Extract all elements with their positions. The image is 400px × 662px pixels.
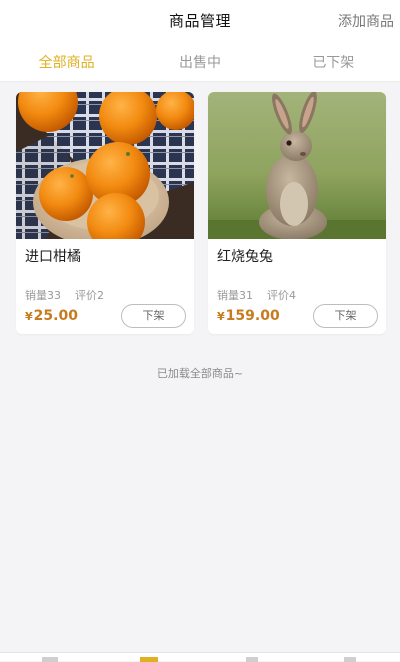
- tab-bar: 全部商品 出售中 已下架: [0, 40, 400, 82]
- nav-icon-profile[interactable]: [344, 657, 356, 662]
- sales-count: 销量31: [217, 289, 253, 302]
- product-name: 红烧兔兔: [217, 249, 273, 265]
- product-image-oranges: [16, 92, 194, 239]
- tab-off-shelf[interactable]: 已下架: [267, 50, 400, 72]
- product-price: ¥25.00: [25, 308, 78, 324]
- price-value: 25.00: [33, 308, 78, 324]
- product-card[interactable]: 进口柑橘 销量33 评价2 ¥25.00 下架: [16, 92, 194, 334]
- nav-icon-orders[interactable]: [246, 657, 258, 662]
- product-card[interactable]: 红烧兔兔 销量31 评价4 ¥159.00 下架: [208, 92, 386, 334]
- nav-icon-home[interactable]: [42, 657, 58, 662]
- currency-symbol: ¥: [217, 310, 225, 323]
- review-count: 评价2: [75, 289, 104, 302]
- price-value: 159.00: [225, 308, 280, 324]
- product-grid: 进口柑橘 销量33 评价2 ¥25.00 下架 红烧兔兔 销量31 评价4 ¥1…: [16, 92, 386, 334]
- currency-symbol: ¥: [25, 310, 33, 323]
- sales-count: 销量33: [25, 289, 61, 302]
- take-off-shelf-button[interactable]: 下架: [313, 304, 378, 328]
- bottom-navigation: [0, 652, 400, 662]
- product-name: 进口柑橘: [25, 249, 81, 265]
- tab-on-sale[interactable]: 出售中: [133, 50, 266, 72]
- product-stats: 销量31 评价4: [217, 287, 296, 303]
- take-off-shelf-button[interactable]: 下架: [121, 304, 186, 328]
- product-stats: 销量33 评价2: [25, 287, 104, 303]
- tab-all-products[interactable]: 全部商品: [0, 50, 133, 72]
- product-image-rabbit: [208, 92, 386, 239]
- top-header: 商品管理 添加商品: [0, 0, 400, 40]
- nav-icon-products[interactable]: [140, 657, 158, 662]
- add-product-button[interactable]: 添加商品: [338, 11, 394, 31]
- product-price: ¥159.00: [217, 308, 280, 324]
- load-complete-note: 已加载全部商品~: [156, 367, 244, 380]
- review-count: 评价4: [267, 289, 296, 302]
